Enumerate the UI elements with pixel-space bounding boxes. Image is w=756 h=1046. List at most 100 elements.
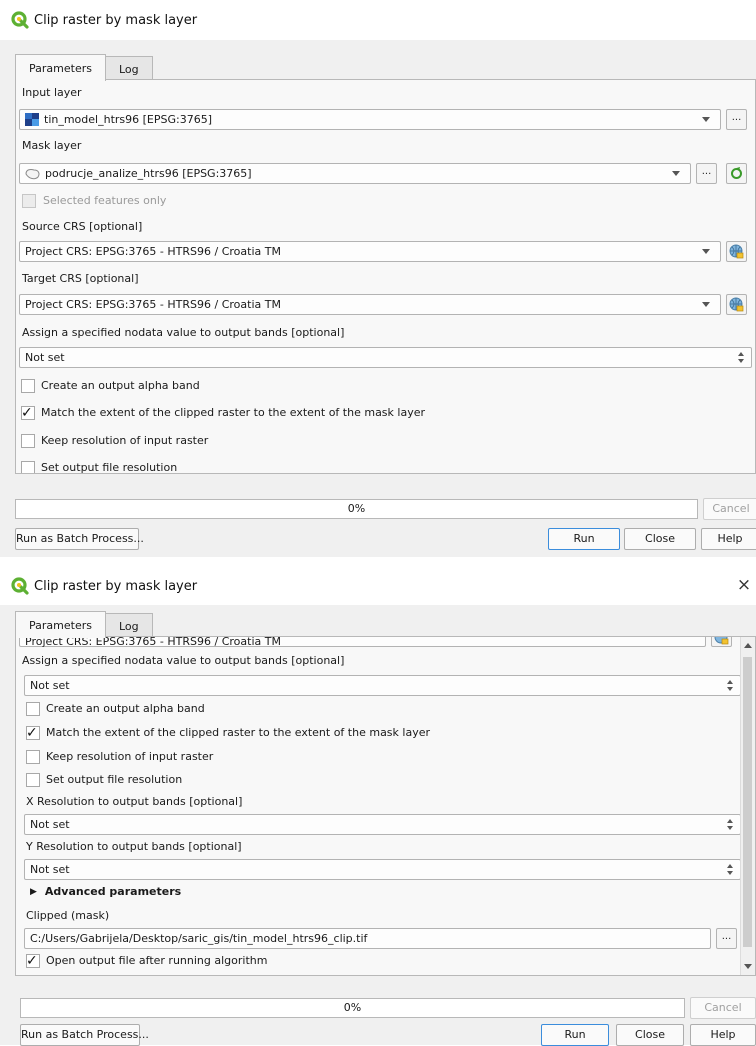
- chevron-down-icon: [702, 249, 710, 254]
- tab-bar: Parameters Log: [15, 54, 153, 81]
- y-resolution-value: Not set: [30, 863, 70, 876]
- source-crs-select-button[interactable]: [726, 241, 747, 262]
- window-titlebar: Clip raster by mask layer ×: [0, 567, 756, 605]
- keep-resolution-checkbox[interactable]: [26, 750, 40, 764]
- crs-globe-icon: [714, 637, 729, 645]
- polygon-layer-icon: [25, 168, 40, 179]
- match-extent-checkbox[interactable]: ✓: [26, 725, 40, 741]
- set-resolution-label: Set output file resolution: [41, 461, 178, 474]
- parameters-panel: Input layer tin_model_htrs96 [EPSG:3765]…: [15, 79, 756, 474]
- spin-arrows-icon[interactable]: [726, 863, 735, 876]
- chevron-down-icon: [672, 171, 680, 176]
- scroll-up-icon[interactable]: [744, 643, 752, 648]
- x-resolution-label: X Resolution to output bands [optional]: [26, 795, 243, 808]
- open-output-checkbox[interactable]: ✓: [26, 953, 40, 969]
- clip-raster-dialog: Clip raster by mask layer Parameters Log…: [0, 0, 756, 557]
- cancel-button[interactable]: Cancel: [703, 498, 756, 520]
- alpha-band-checkbox[interactable]: [26, 702, 40, 716]
- close-button[interactable]: Close: [624, 528, 696, 550]
- progress-bar: 0%: [20, 998, 685, 1018]
- run-button[interactable]: Run: [548, 528, 620, 550]
- target-crs-value: Project CRS: EPSG:3765 - HTRS96 / Croati…: [25, 298, 281, 311]
- iterate-icon: [731, 167, 742, 179]
- x-resolution-value: Not set: [30, 818, 70, 831]
- window-title: Clip raster by mask layer: [34, 578, 198, 594]
- vertical-scrollbar[interactable]: [740, 637, 755, 975]
- crs-globe-icon: [729, 244, 744, 259]
- nodata-value: Not set: [30, 679, 70, 692]
- checkmark-icon: ✓: [26, 725, 38, 741]
- run-button[interactable]: Run: [541, 1024, 609, 1046]
- alpha-band-label: Create an output alpha band: [41, 379, 200, 392]
- tab-bar: Parameters Log: [15, 611, 153, 638]
- tab-parameters[interactable]: Parameters: [15, 54, 106, 81]
- mask-layer-combo[interactable]: podrucje_analize_htrs96 [EPSG:3765]: [19, 163, 691, 184]
- spin-arrows-icon[interactable]: [726, 679, 735, 692]
- crs-globe-icon: [729, 297, 744, 312]
- close-button[interactable]: Close: [616, 1024, 684, 1046]
- window-title: Clip raster by mask layer: [34, 12, 198, 28]
- raster-layer-icon: [25, 113, 39, 126]
- scrollbar-thumb[interactable]: [743, 657, 752, 947]
- alpha-band-label: Create an output alpha band: [46, 702, 205, 715]
- nodata-spinbox[interactable]: Not set: [24, 675, 741, 696]
- tab-log[interactable]: Log: [104, 613, 153, 638]
- triangle-right-icon: ▶: [30, 886, 37, 897]
- selected-features-checkbox[interactable]: [22, 194, 36, 208]
- set-resolution-label: Set output file resolution: [46, 773, 183, 786]
- advanced-parameters-label: Advanced parameters: [44, 885, 182, 898]
- alpha-band-checkbox[interactable]: [21, 379, 35, 393]
- keep-resolution-checkbox[interactable]: [21, 434, 35, 448]
- keep-resolution-label: Keep resolution of input raster: [41, 434, 209, 447]
- tab-parameters[interactable]: Parameters: [15, 611, 106, 638]
- target-crs-combo[interactable]: Project CRS: EPSG:3765 - HTRS96 / Croati…: [19, 637, 706, 648]
- match-extent-checkbox[interactable]: ✓: [21, 405, 35, 421]
- window-titlebar: Clip raster by mask layer: [0, 0, 756, 40]
- input-layer-combo[interactable]: tin_model_htrs96 [EPSG:3765]: [19, 109, 721, 130]
- input-layer-value: tin_model_htrs96 [EPSG:3765]: [44, 113, 212, 126]
- source-crs-value: Project CRS: EPSG:3765 - HTRS96 / Croati…: [25, 245, 281, 258]
- help-button[interactable]: Help: [701, 528, 756, 550]
- set-resolution-checkbox[interactable]: [26, 773, 40, 787]
- source-crs-combo[interactable]: Project CRS: EPSG:3765 - HTRS96 / Croati…: [19, 241, 721, 262]
- target-crs-select-button[interactable]: [726, 294, 747, 315]
- checkmark-icon: ✓: [26, 953, 38, 969]
- iterate-button[interactable]: [726, 163, 747, 184]
- run-as-batch-button[interactable]: Run as Batch Process...: [15, 528, 144, 550]
- help-button[interactable]: Help: [690, 1024, 756, 1046]
- clipped-output-label: Clipped (mask): [26, 909, 110, 922]
- spin-arrows-icon[interactable]: [726, 818, 735, 831]
- nodata-label: Assign a specified nodata value to outpu…: [22, 654, 345, 667]
- match-extent-label: Match the extent of the clipped raster t…: [41, 406, 426, 419]
- spin-arrows-icon[interactable]: [737, 351, 746, 364]
- input-layer-label: Input layer: [22, 86, 82, 99]
- scroll-down-icon[interactable]: [744, 964, 752, 969]
- tab-log[interactable]: Log: [104, 56, 153, 81]
- run-as-batch-button[interactable]: Run as Batch Process...: [20, 1024, 149, 1046]
- x-resolution-spinbox[interactable]: Not set: [24, 814, 741, 835]
- output-file-path: C:/Users/Gabrijela/Desktop/saric_gis/tin…: [30, 932, 368, 945]
- advanced-parameters-toggle[interactable]: ▶ Advanced parameters: [30, 885, 181, 898]
- output-file-input[interactable]: C:/Users/Gabrijela/Desktop/saric_gis/tin…: [24, 928, 711, 949]
- target-crs-select-button[interactable]: [711, 637, 732, 647]
- output-browse-button[interactable]: ...: [716, 928, 737, 949]
- mask-layer-value: podrucje_analize_htrs96 [EPSG:3765]: [45, 167, 252, 180]
- open-output-label: Open output file after running algorithm: [46, 954, 268, 967]
- chevron-down-icon: [702, 302, 710, 307]
- nodata-spinbox[interactable]: Not set: [19, 347, 752, 368]
- target-crs-combo[interactable]: Project CRS: EPSG:3765 - HTRS96 / Croati…: [19, 294, 721, 315]
- set-resolution-checkbox[interactable]: [21, 461, 35, 473]
- keep-resolution-label: Keep resolution of input raster: [46, 750, 214, 763]
- input-layer-browse-button[interactable]: ...: [726, 109, 747, 130]
- y-resolution-spinbox[interactable]: Not set: [24, 859, 741, 880]
- chevron-down-icon: [702, 117, 710, 122]
- qgis-logo-icon: [11, 577, 29, 595]
- nodata-value: Not set: [25, 351, 65, 364]
- match-extent-label: Match the extent of the clipped raster t…: [46, 726, 431, 739]
- mask-layer-browse-button[interactable]: ...: [696, 163, 717, 184]
- target-crs-label: Target CRS [optional]: [22, 272, 139, 285]
- close-window-icon[interactable]: ×: [734, 575, 754, 595]
- cancel-button[interactable]: Cancel: [690, 997, 756, 1019]
- parameters-panel: Project CRS: EPSG:3765 - HTRS96 / Croati…: [15, 636, 756, 976]
- qgis-logo-icon: [11, 11, 29, 29]
